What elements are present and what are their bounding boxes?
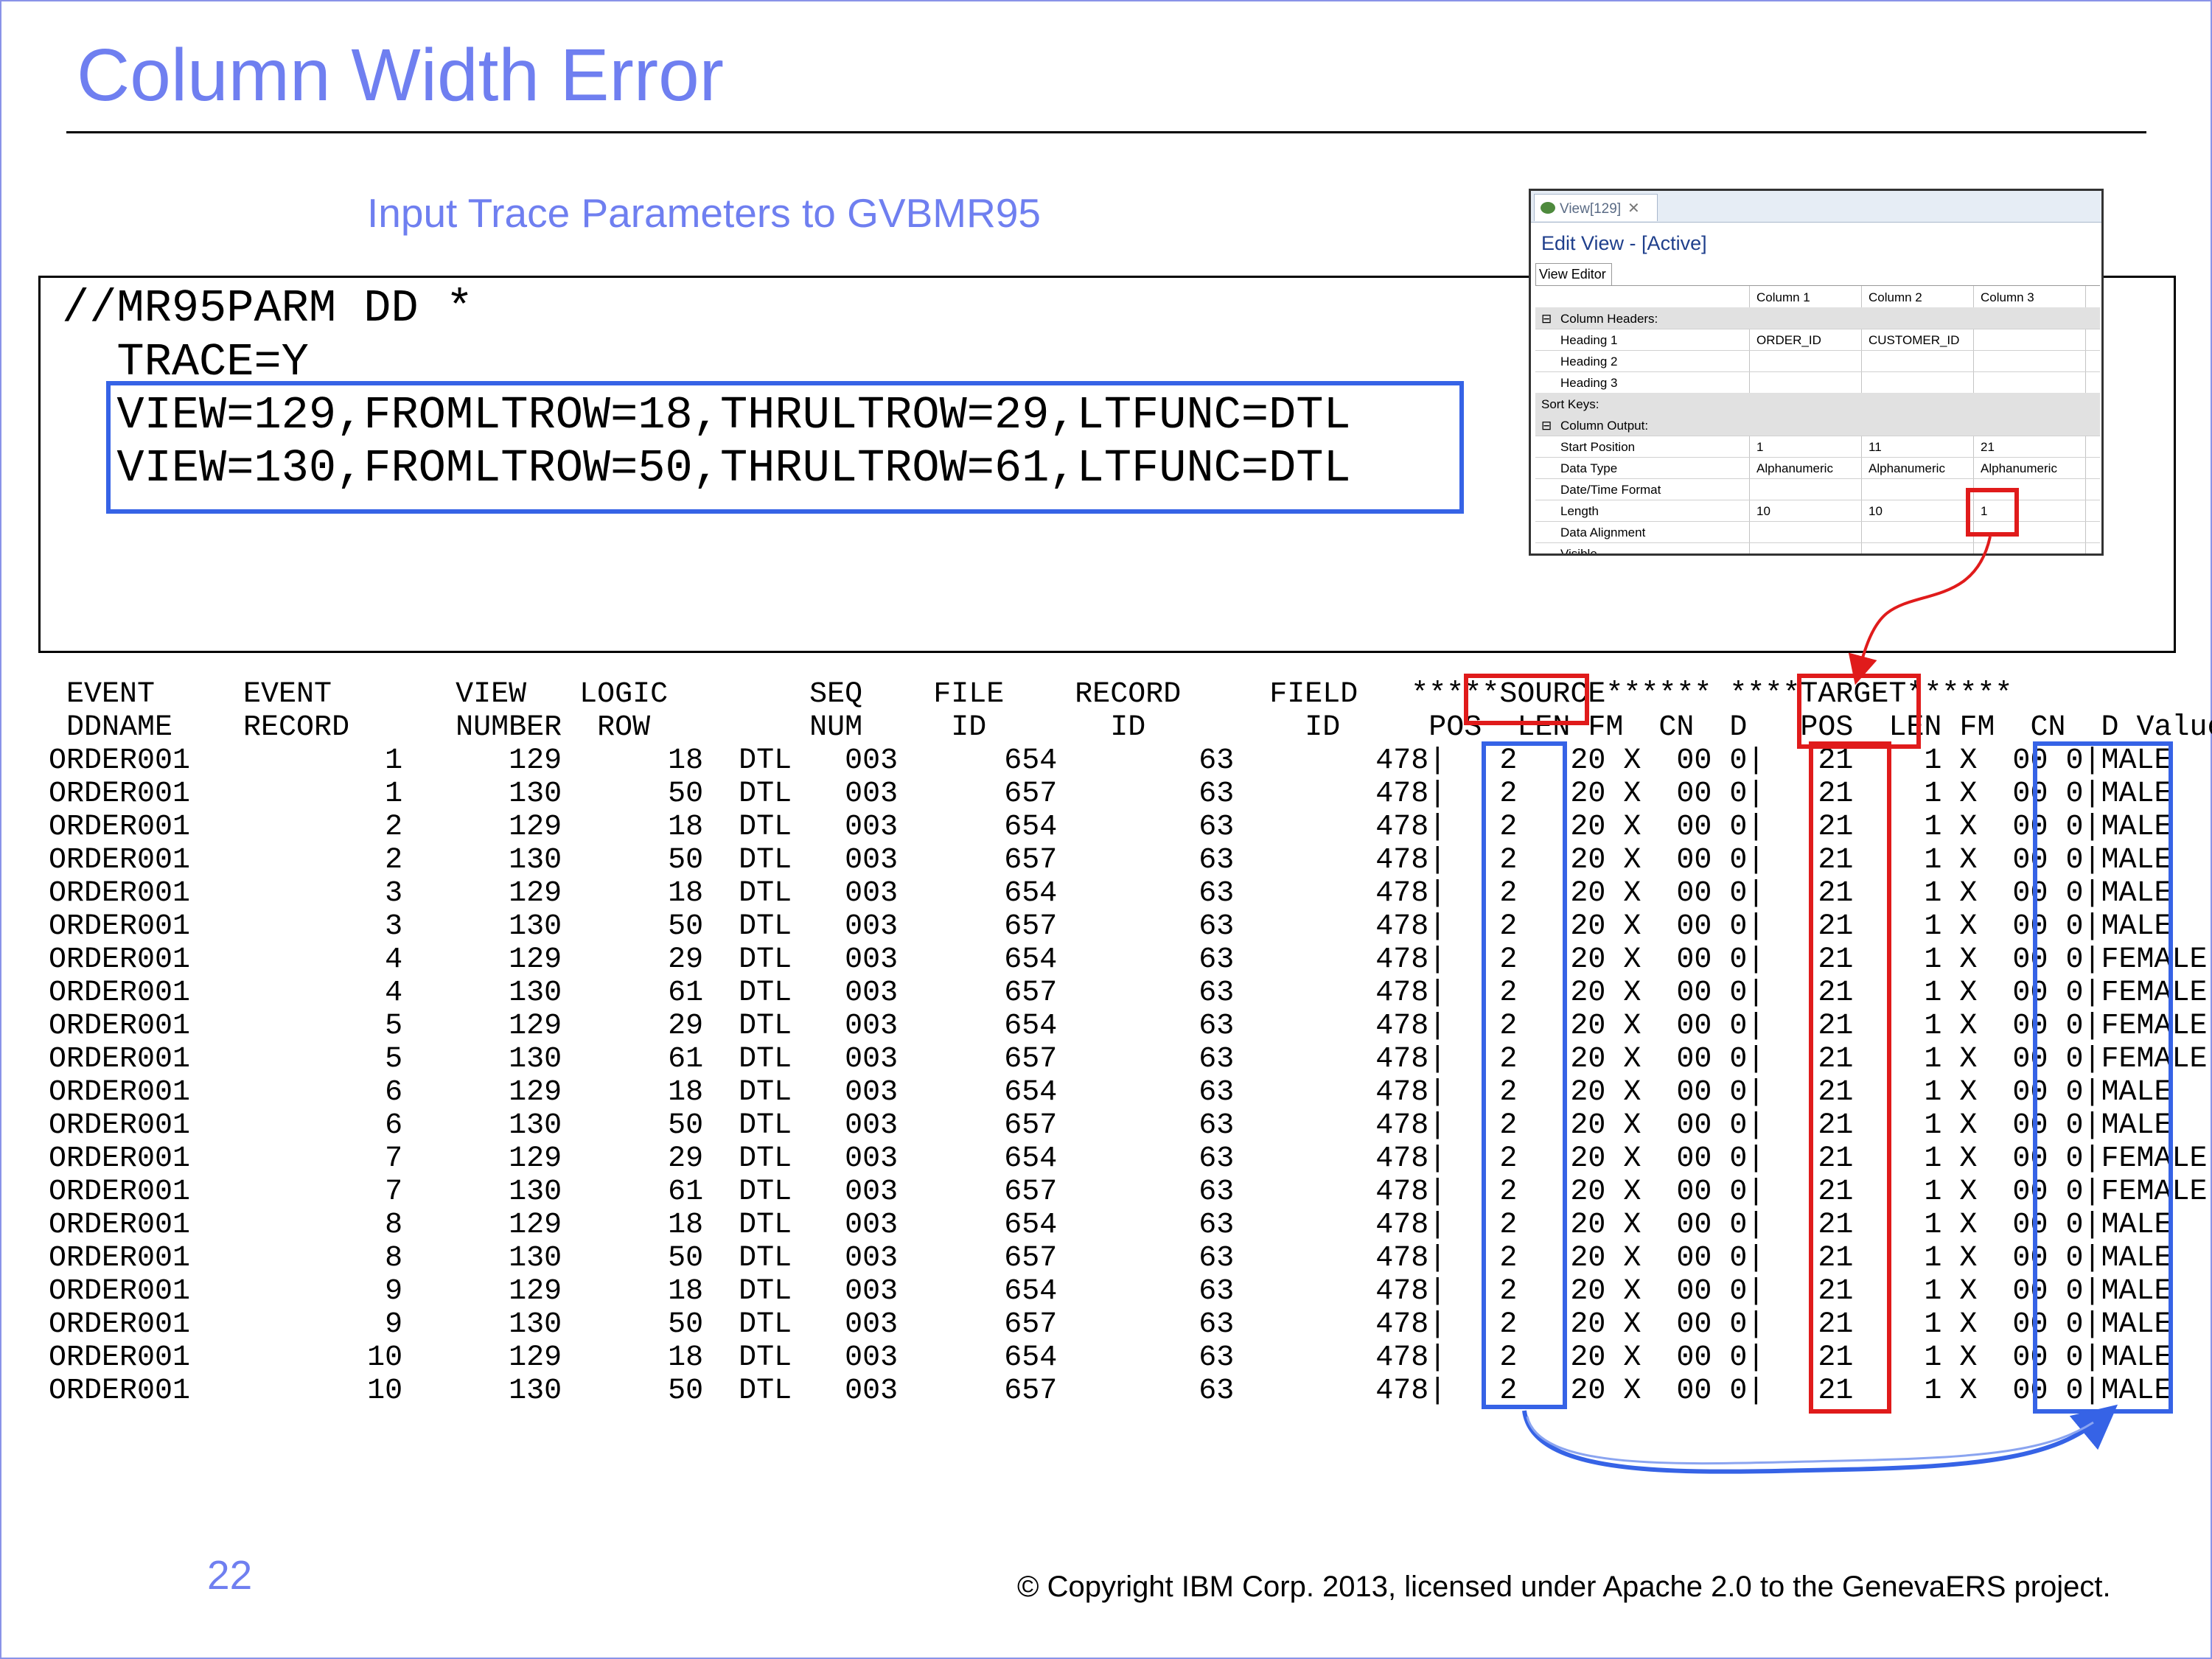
page-number: 22 (207, 1552, 253, 1598)
copyright-notice: © Copyright IBM Corp. 2013, licensed und… (1017, 1571, 2111, 1603)
red-connector-arrow (1848, 536, 1992, 685)
connector-arrows (1522, 536, 2118, 1474)
